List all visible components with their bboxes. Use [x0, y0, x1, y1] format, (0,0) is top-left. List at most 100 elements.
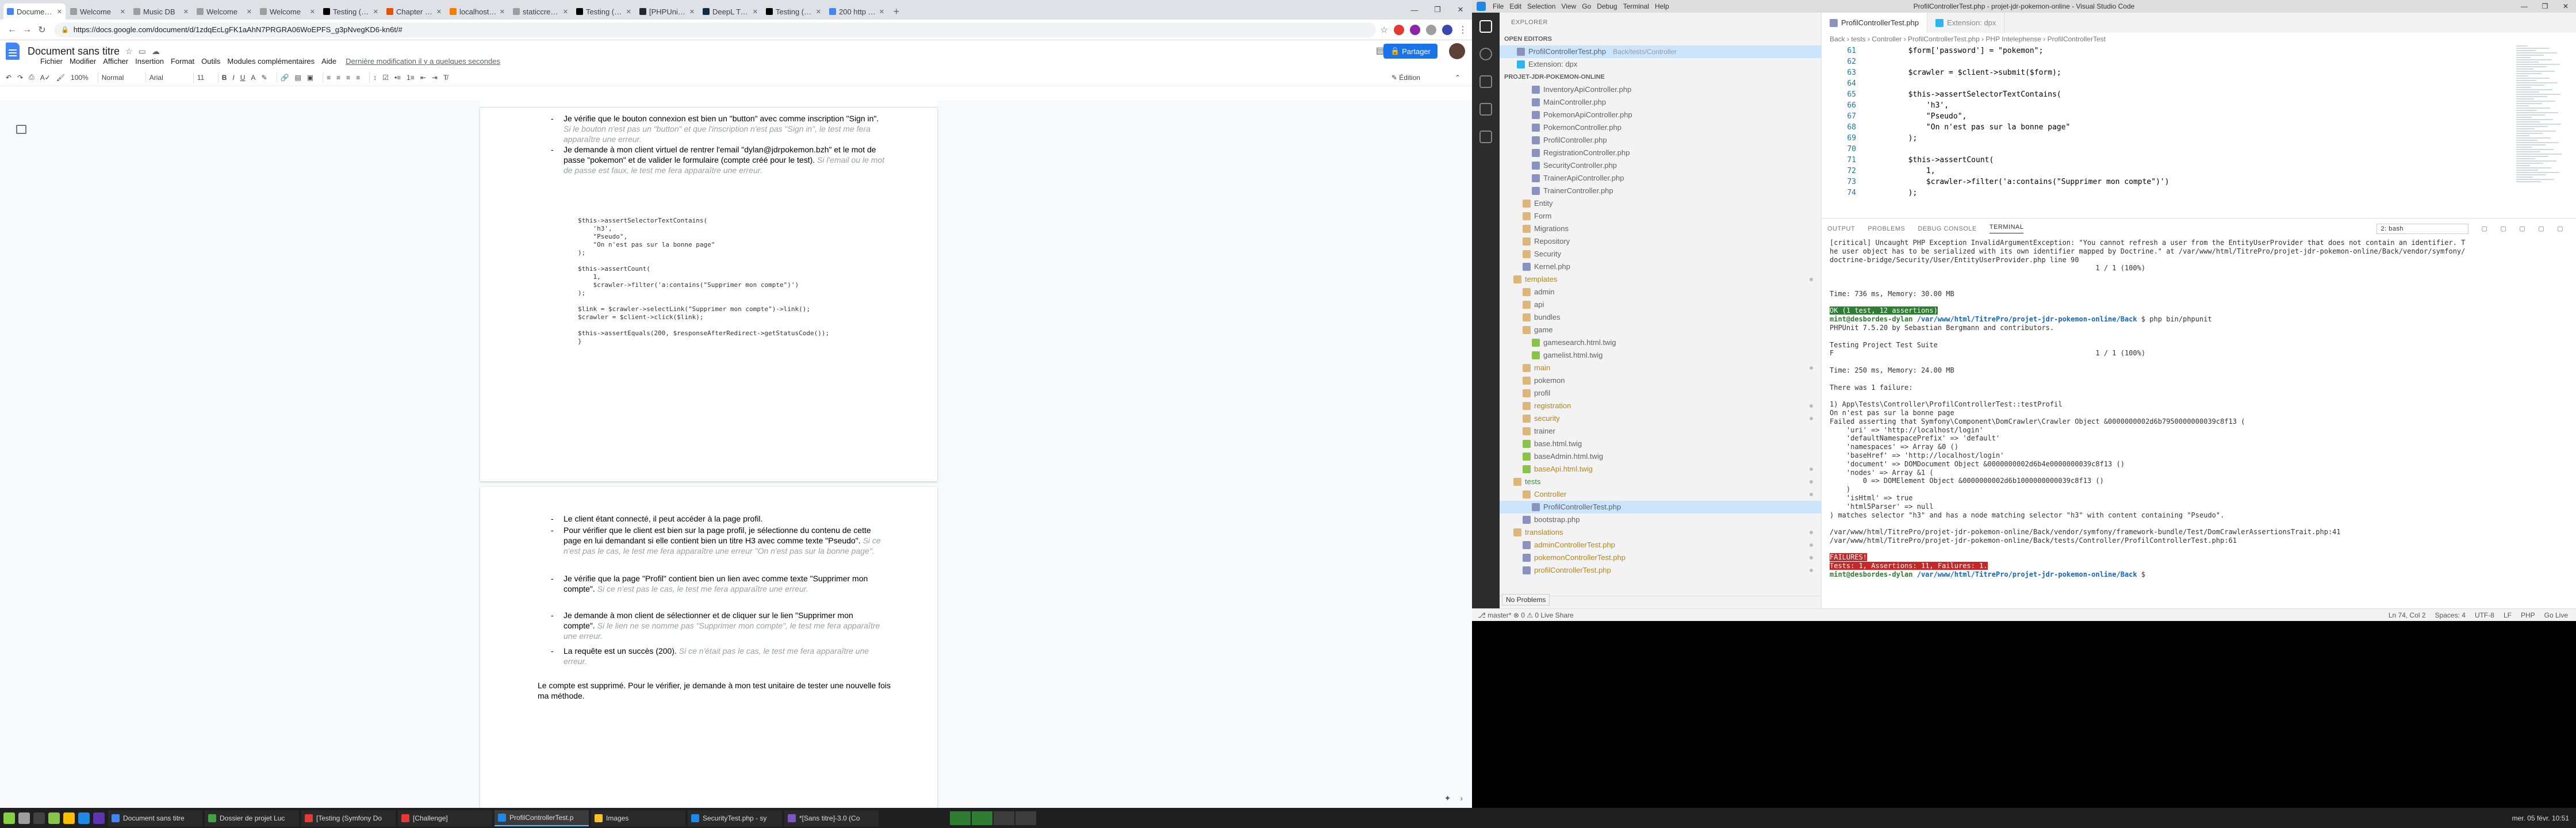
- tab-close-icon[interactable]: ✕: [120, 8, 125, 16]
- taskbar-task[interactable]: *[Sans titre]-3.0 (Co: [784, 810, 879, 826]
- tree-item[interactable]: ProfilControllerTest.php: [1500, 501, 1821, 513]
- debug-icon[interactable]: [1472, 95, 1500, 123]
- browser-tab[interactable]: staticcreatectea✕: [509, 3, 572, 20]
- font-size-select[interactable]: 11: [197, 74, 209, 82]
- browser-tab[interactable]: Music DB ✕: [130, 3, 192, 20]
- status-item[interactable]: Spaces: 4: [2435, 611, 2466, 619]
- tab-close-icon[interactable]: ✕: [183, 8, 189, 16]
- tab-close-icon[interactable]: ✕: [247, 8, 252, 16]
- tree-item[interactable]: api: [1500, 298, 1821, 311]
- tree-item[interactable]: TrainerApiController.php: [1500, 172, 1821, 185]
- minimap[interactable]: [2516, 45, 2568, 218]
- font-select[interactable]: Arial: [150, 74, 184, 82]
- menu-item-help[interactable]: Help: [1655, 2, 1669, 10]
- workspace-3[interactable]: [994, 811, 1014, 825]
- tree-item[interactable]: registration: [1500, 400, 1821, 412]
- tree-item[interactable]: Entity: [1500, 197, 1821, 210]
- star-icon[interactable]: ☆: [1381, 25, 1388, 35]
- taskbar-task[interactable]: Dossier de projet Luc: [205, 810, 299, 826]
- split-terminal-icon[interactable]: ▢: [2500, 225, 2506, 232]
- browser-tab[interactable]: [PHPUnit] Web Te✕: [636, 3, 698, 20]
- tree-item[interactable]: admin: [1500, 286, 1821, 298]
- line-spacing-icon[interactable]: ↕: [373, 74, 377, 82]
- side-panel-toggle-icon[interactable]: ›: [1460, 793, 1463, 803]
- taskbar-task[interactable]: [Testing (Symfony Do: [301, 810, 396, 826]
- tree-item[interactable]: baseApi.html.twig: [1500, 463, 1821, 476]
- maximize-panel-icon[interactable]: ▢: [2538, 225, 2544, 232]
- extension-icon[interactable]: [1394, 24, 1404, 35]
- tree-item[interactable]: Security: [1500, 248, 1821, 260]
- tree-item[interactable]: bundles: [1500, 311, 1821, 324]
- browser-tab[interactable]: 200 http - Google✕: [826, 3, 888, 20]
- close-panel-icon[interactable]: ▢: [2557, 225, 2563, 232]
- horizontal-ruler[interactable]: [480, 101, 937, 108]
- status-item[interactable]: Go Live: [2544, 611, 2568, 619]
- maximize-icon[interactable]: ❐: [2535, 2, 2555, 10]
- tree-item[interactable]: templates: [1500, 273, 1821, 286]
- browser-tab[interactable]: Document sans titre✕: [3, 3, 66, 20]
- document-page[interactable]: - Le client étant connecté, il peut accé…: [480, 487, 937, 808]
- trash-icon[interactable]: ▢: [2519, 225, 2525, 232]
- tree-item[interactable]: profilControllerTest.php: [1500, 564, 1821, 577]
- minimize-icon[interactable]: —: [1403, 0, 1426, 20]
- tab-close-icon[interactable]: ✕: [500, 8, 505, 16]
- browser-tab[interactable]: Chapter 15 - Unit✕: [383, 3, 445, 20]
- editor-tab[interactable]: ProfilControllerTest.php: [1822, 13, 1928, 33]
- browser-tab[interactable]: Welcome ✕: [193, 3, 255, 20]
- editor-tab[interactable]: Extension: dpx: [1927, 13, 2005, 33]
- close-icon[interactable]: ✕: [2555, 2, 2576, 10]
- align-right-icon[interactable]: ≡: [346, 74, 350, 82]
- browser-tab[interactable]: DeepL Traducteur✕: [699, 3, 761, 20]
- taskbar-task[interactable]: SecurityTest.php - sy: [688, 810, 782, 826]
- tree-item[interactable]: TrainerController.php: [1500, 185, 1821, 197]
- tree-item[interactable]: gamelist.html.twig: [1500, 349, 1821, 362]
- editing-mode-select[interactable]: ✎ Édition: [1392, 74, 1426, 82]
- new-tab-icon[interactable]: +: [889, 3, 904, 20]
- explorer-icon[interactable]: [1472, 13, 1500, 40]
- files-launcher-icon[interactable]: [48, 812, 60, 824]
- search-icon[interactable]: [1472, 40, 1500, 68]
- tree-item[interactable]: ProfilController.php: [1500, 134, 1821, 147]
- tree-item[interactable]: base.html.twig: [1500, 438, 1821, 450]
- browser-tab[interactable]: Welcome ✕: [67, 3, 129, 20]
- start-menu-icon[interactable]: [3, 812, 15, 824]
- status-item[interactable]: LF: [2504, 611, 2512, 619]
- status-item[interactable]: Ln 74, Col 2: [2389, 611, 2426, 619]
- tree-item[interactable]: MainController.php: [1500, 96, 1821, 109]
- tree-item[interactable]: Kernel.php: [1500, 260, 1821, 273]
- bulleted-list-icon[interactable]: •≡: [394, 74, 401, 82]
- tree-item[interactable]: bootstrap.php: [1500, 513, 1821, 526]
- tree-item[interactable]: tests: [1500, 476, 1821, 488]
- tab-close-icon[interactable]: ✕: [626, 8, 631, 16]
- breadcrumb[interactable]: Back › tests › Controller › ProfilContro…: [1822, 33, 2576, 45]
- collapse-menu-icon[interactable]: ⌃: [1455, 74, 1460, 82]
- tab-close-icon[interactable]: ✕: [816, 8, 821, 16]
- tree-item[interactable]: main: [1500, 362, 1821, 374]
- open-editor-item[interactable]: Extension: dpx: [1500, 58, 1821, 71]
- tab-close-icon[interactable]: ✕: [563, 8, 568, 16]
- checklist-icon[interactable]: ☑: [382, 74, 389, 82]
- decrease-indent-icon[interactable]: ⇤: [420, 74, 426, 82]
- docs-logo-icon[interactable]: [6, 43, 20, 60]
- style-select[interactable]: Normal: [102, 74, 136, 82]
- tree-item[interactable]: RegistrationController.php: [1500, 147, 1821, 159]
- redo-icon[interactable]: ↷: [17, 74, 23, 82]
- menu-item-debug[interactable]: Debug: [1597, 2, 1617, 10]
- underline-icon[interactable]: U: [240, 74, 246, 82]
- spellcheck-icon[interactable]: A✓: [40, 74, 51, 82]
- panel-tab-debug-console[interactable]: DEBUG CONSOLE: [1918, 225, 1976, 232]
- tab-close-icon[interactable]: ✕: [310, 8, 315, 16]
- menu-item-selection[interactable]: Selection: [1527, 2, 1555, 10]
- tree-item[interactable]: profil: [1500, 387, 1821, 400]
- tree-item[interactable]: game: [1500, 324, 1821, 336]
- tree-item[interactable]: PokemonApiController.php: [1500, 109, 1821, 121]
- status-left[interactable]: ⎇ master* ⊗ 0 ⚠ 0 Live Share: [1478, 611, 1574, 619]
- open-editor-item[interactable]: ProfilControllerTest.php Back/tests/Contr…: [1500, 45, 1821, 58]
- menu-item-view[interactable]: View: [1561, 2, 1576, 10]
- tree-item[interactable]: baseAdmin.html.twig: [1500, 450, 1821, 463]
- taskbar-task[interactable]: ProfilControllerTest.p: [494, 810, 589, 826]
- back-icon[interactable]: ←: [5, 25, 20, 35]
- app-launcher-icon[interactable]: [93, 812, 105, 824]
- menu-item-go[interactable]: Go: [1582, 2, 1591, 10]
- insert-image-icon[interactable]: ▣: [307, 74, 313, 82]
